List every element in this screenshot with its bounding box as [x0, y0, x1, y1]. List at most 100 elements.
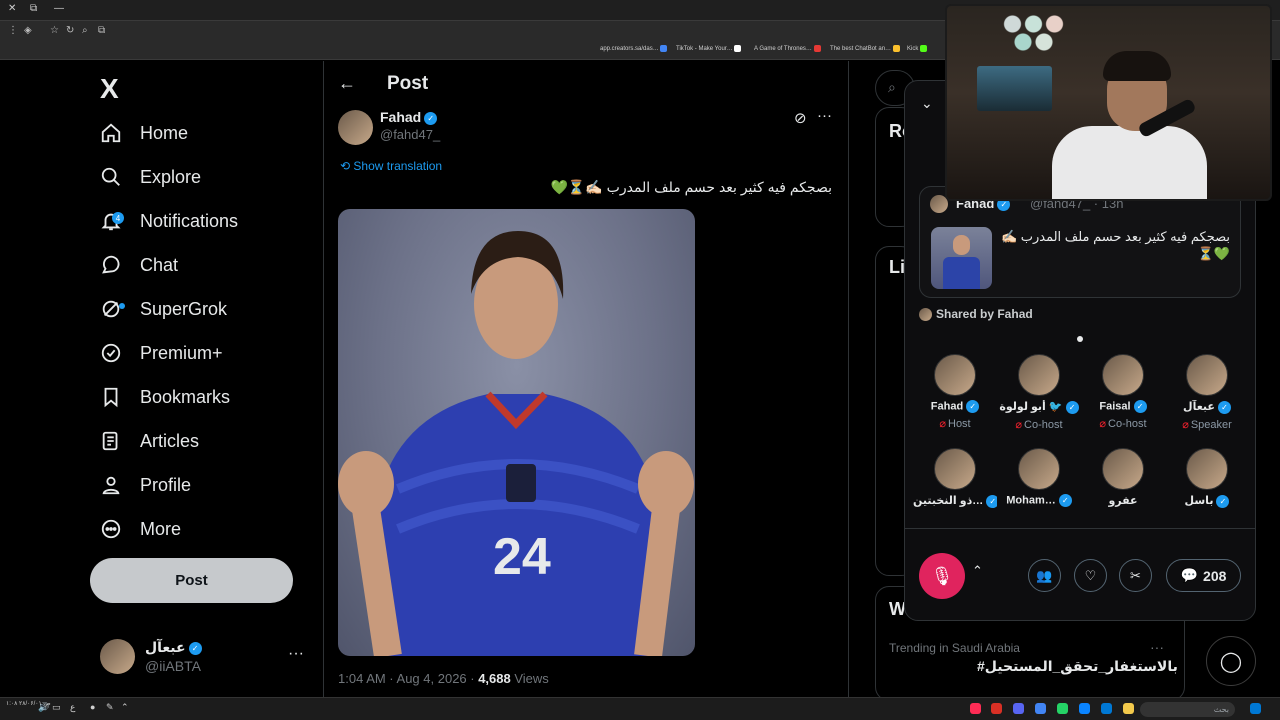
verified-badge-icon: ✓	[1133, 400, 1147, 413]
store-icon[interactable]	[1101, 703, 1112, 714]
react-button[interactable]: ♡	[1074, 559, 1107, 592]
mic-mute-button[interactable]: 🎙	[919, 553, 965, 599]
tab-icon[interactable]: ⧉	[98, 25, 105, 36]
bookmark-item[interactable]: app.creators.sa/das…	[600, 45, 670, 52]
discord-icon[interactable]	[1013, 703, 1024, 714]
mic-off-icon: ⌀	[1099, 418, 1107, 430]
player-illustration: 24	[338, 231, 694, 656]
author-handle[interactable]: @fahd47_	[380, 127, 440, 142]
sidebar-item-premium[interactable]: Premium+	[100, 335, 223, 371]
account-more-icon[interactable]: ···	[288, 645, 304, 663]
sidebar-item-label: Bookmarks	[140, 386, 231, 407]
speaker-role: ⌀ Co-host	[1099, 418, 1147, 430]
speaker-tile[interactable]: أبو لولوة 🐦 ✓ ⌀ Co-host	[997, 354, 1081, 431]
bookmark-item[interactable]: A Game of Thrones…	[754, 45, 824, 52]
author-name[interactable]: Fahad ✓	[380, 109, 438, 125]
more-options-icon[interactable]: ···	[817, 107, 832, 124]
close-window-icon[interactable]: ✕	[8, 3, 16, 14]
avatar	[1018, 448, 1060, 490]
expand-chevron-icon[interactable]: ⌃	[972, 563, 983, 579]
refresh-icon[interactable]: ↻	[66, 25, 74, 36]
trend-more-icon[interactable]: ···	[1150, 639, 1164, 655]
back-arrow-icon[interactable]: ←	[338, 73, 356, 94]
post-timestamp[interactable]: 1:04 AM · Aug 4, 2026 ·	[338, 671, 478, 686]
divider	[905, 528, 1255, 529]
verified-badge-icon: ✓	[188, 641, 202, 655]
language-icon[interactable]: ع	[70, 702, 75, 713]
listener-tile[interactable]: باسل ✓	[1165, 448, 1249, 508]
avatar[interactable]	[338, 110, 373, 145]
verified-badge-icon: ✓	[1065, 400, 1079, 414]
grok-icon[interactable]: ⊘	[794, 109, 807, 127]
bookmark-item[interactable]: TikTok - Make Your…	[676, 45, 744, 52]
sidebar-item-label: Premium+	[140, 342, 223, 363]
chrome-icon[interactable]	[1035, 703, 1046, 714]
sidebar-item-profile[interactable]: Profile	[100, 467, 191, 503]
sidebar-item-label: Notifications	[140, 210, 239, 231]
sidebar-item-chat[interactable]: Chat	[100, 247, 178, 283]
listener-name: ذو النخبتين… ✓	[913, 494, 997, 508]
sidebar-item-supergrok[interactable]: SuperGrok	[100, 291, 227, 327]
x-logo[interactable]: X	[100, 73, 119, 105]
edge-icon[interactable]	[1079, 703, 1090, 714]
shared-post-card[interactable]: Fahad ✓ @fahd47_ · 13h بصجكم فيه كثير بعد…	[919, 186, 1241, 298]
windows-start-icon[interactable]	[1250, 703, 1261, 714]
tray-icon[interactable]: ✎	[106, 702, 114, 713]
sidebar-item-home[interactable]: Home	[100, 115, 188, 151]
sidebar-item-explore[interactable]: Explore	[100, 159, 201, 195]
show-translation-link[interactable]: ⟲ Show translation	[340, 159, 442, 173]
sidebar-item-label: More	[140, 518, 182, 539]
tray-overflow-icon[interactable]: ⌃	[121, 702, 129, 713]
mic-off-icon: ⌀	[939, 418, 946, 430]
comments-button[interactable]: 💬 208	[1166, 559, 1241, 592]
sidebar-item-more[interactable]: More	[100, 511, 181, 547]
post-button[interactable]: Post	[90, 558, 293, 603]
folder-icon[interactable]	[1123, 703, 1134, 714]
sidebar-item-articles[interactable]: Articles	[100, 423, 199, 459]
avatar	[1018, 354, 1060, 396]
sidebar-item-notifications[interactable]: 4 Notifications	[100, 203, 238, 239]
speaker-name: Fahad ✓	[913, 400, 997, 413]
grok-icon	[102, 300, 120, 318]
speaker-tile[interactable]: Faisal ✓ ⌀ Co-host	[1081, 354, 1165, 430]
trend-topic[interactable]: #بالاستغفار_تحقق_المستحيل	[977, 658, 1178, 675]
views-count: 4,688	[478, 671, 511, 686]
app-icon[interactable]	[991, 703, 1002, 714]
speaker-tile[interactable]: عبعآل ✓ ⌀ Speaker	[1165, 354, 1249, 431]
volume-icon[interactable]: 🔊	[38, 702, 49, 713]
post-image[interactable]: 24	[338, 209, 695, 656]
messages-fab-button[interactable]: ◯	[1206, 636, 1256, 686]
listener-tile[interactable]: ذو النخبتين… ✓	[913, 448, 997, 508]
comment-icon: 💬	[1180, 567, 1199, 583]
taskbar-search-input[interactable]: بحث	[1140, 702, 1235, 717]
carousel-dot[interactable]	[1077, 336, 1083, 342]
collapse-chevron-icon[interactable]: ⌄	[921, 95, 933, 112]
streamer-shirt	[1052, 126, 1207, 199]
whatsapp-icon[interactable]	[1057, 703, 1068, 714]
webcam-overlay	[945, 4, 1272, 201]
bookmark-item[interactable]: Kick	[907, 45, 930, 52]
avatar	[1102, 448, 1144, 490]
menu-icon[interactable]: ⋮	[8, 25, 18, 36]
clip-button[interactable]: ✂	[1119, 559, 1152, 592]
zoom-icon[interactable]: ⌕	[82, 25, 88, 36]
extension-icon[interactable]: ◈	[24, 25, 32, 36]
bookmark-icon	[104, 387, 118, 408]
participants-button[interactable]: 👥	[1028, 559, 1061, 592]
chat-icon	[102, 255, 120, 274]
listener-tile[interactable]: عفرو	[1081, 448, 1165, 507]
sidebar-item-bookmarks[interactable]: Bookmarks	[100, 379, 230, 415]
account-switcher[interactable]: عبعآل ✓ @iiABTA ···	[100, 639, 310, 679]
speaker-tile[interactable]: Fahad ✓ ⌀ Host	[913, 354, 997, 430]
listener-tile[interactable]: Moham… ✓	[997, 448, 1081, 507]
minimize-window-icon[interactable]: —	[54, 3, 64, 14]
speaker-role: ⌀ Host	[939, 418, 971, 430]
jersey-number: 24	[493, 528, 551, 586]
mic-tray-icon[interactable]: ●	[90, 702, 95, 712]
bookmark-item[interactable]: The best ChatBot an…	[830, 45, 903, 52]
network-icon[interactable]: ▭	[52, 702, 61, 713]
verified-badge-icon: ✓	[1058, 494, 1072, 507]
tiktok-icon[interactable]	[970, 703, 981, 714]
star-icon[interactable]: ☆	[50, 25, 59, 36]
restore-window-icon[interactable]: ⧉	[30, 3, 37, 14]
